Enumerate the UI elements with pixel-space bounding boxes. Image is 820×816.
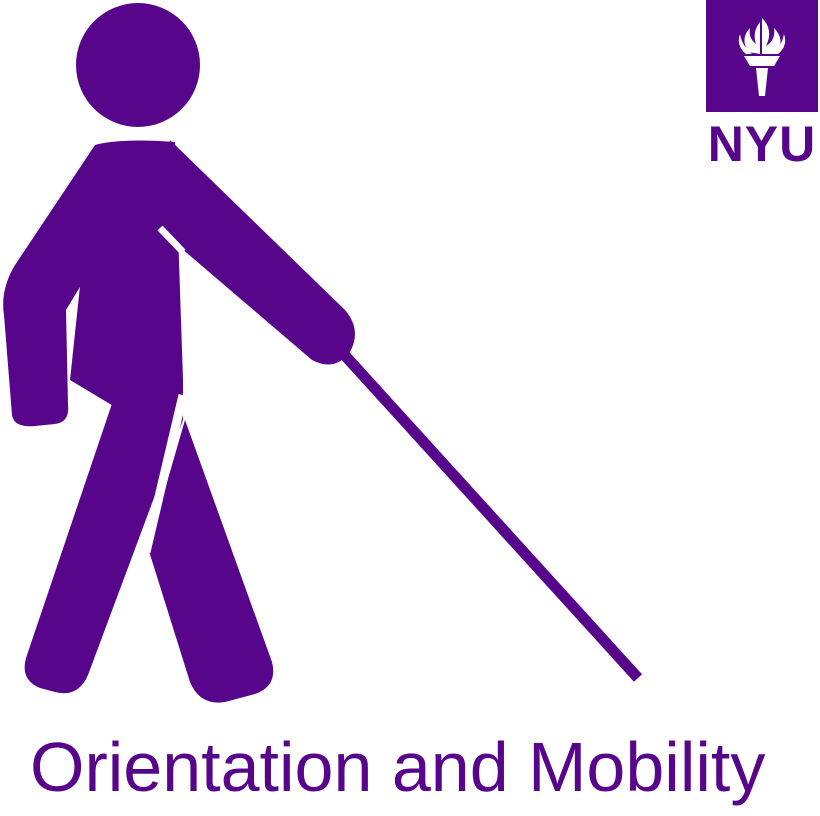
torch-icon: [738, 18, 786, 96]
figure-head: [76, 3, 200, 127]
cane: [335, 346, 643, 682]
nyu-logo: [706, 0, 818, 112]
person-with-cane-icon: [3, 3, 643, 703]
caption-title: Orientation and Mobility: [30, 728, 766, 806]
nyu-wordmark: NYU: [707, 116, 817, 172]
figure-front-arm: [160, 140, 355, 365]
